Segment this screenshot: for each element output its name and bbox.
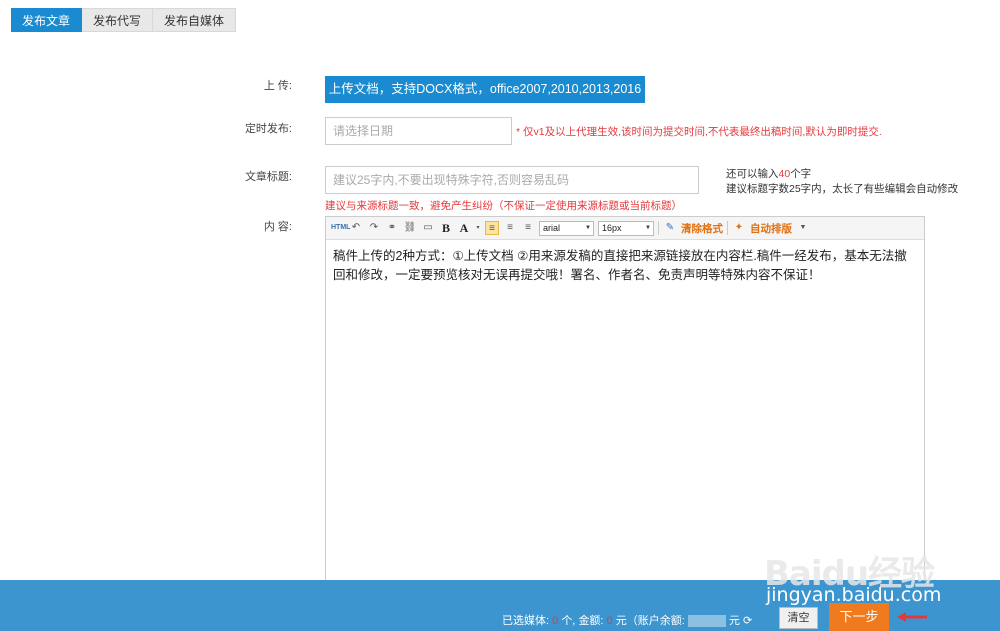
- amount-value: 0: [606, 615, 613, 627]
- tab-bar: 发布文章 发布代写 发布自媒体: [11, 8, 237, 32]
- upload-document-button[interactable]: 上传文档，支持DOCX格式，office2007,2010,2013,2016: [325, 76, 645, 103]
- redo-icon[interactable]: ↷: [367, 221, 381, 235]
- font-family-select[interactable]: arial: [539, 220, 594, 236]
- toolbar-separator: [727, 221, 728, 235]
- tab-publish-self-media[interactable]: 发布自媒体: [153, 8, 237, 32]
- baidu-watermark: Baidu经验 jingyan.baidu.com: [764, 546, 944, 606]
- footer-summary: 已选媒体: 0 个, 金额: 0 元（账户余额: 元 ⟳: [502, 612, 752, 628]
- unlink-icon[interactable]: ⛓: [403, 221, 417, 235]
- auto-layout-button[interactable]: 自动排版: [750, 221, 792, 236]
- selected-media-label: 已选媒体:: [502, 615, 550, 627]
- title-remaining: 还可以输入40个字: [726, 167, 811, 182]
- watermark-url: jingyan.baidu.com: [766, 584, 942, 606]
- image-icon[interactable]: ▭: [421, 221, 435, 235]
- title-warning: 建议与来源标题一致，避免产生纠纷（不保证一定使用来源标题或当前标题）: [325, 200, 682, 212]
- bold-icon[interactable]: B: [439, 221, 453, 235]
- selected-count-unit: 个,: [561, 615, 576, 627]
- article-title-input[interactable]: [325, 166, 699, 194]
- selected-media-count: 0: [552, 615, 559, 627]
- magic-wand-icon: ✦: [734, 222, 744, 233]
- schedule-date-input[interactable]: [325, 117, 512, 145]
- undo-icon[interactable]: ↶: [349, 221, 363, 235]
- clear-button[interactable]: 清空: [779, 607, 818, 629]
- font-color-dropdown-icon[interactable]: ▾: [475, 221, 481, 235]
- auto-layout-dropdown-icon[interactable]: ▼: [796, 221, 810, 235]
- title-label: 文章标题:: [244, 171, 292, 183]
- schedule-label: 定时发布:: [244, 123, 292, 135]
- clear-format-button[interactable]: 清除格式: [681, 221, 723, 236]
- align-right-icon[interactable]: ≡: [521, 221, 535, 235]
- font-size-select[interactable]: 16px: [598, 220, 654, 236]
- tab-publish-article[interactable]: 发布文章: [11, 8, 83, 32]
- amount-label: 金额:: [578, 615, 604, 627]
- title-remaining-count: 40: [778, 168, 791, 180]
- tab-publish-ghostwrite[interactable]: 发布代写: [82, 8, 154, 32]
- content-label: 内 容:: [263, 221, 292, 233]
- toolbar-separator: [658, 221, 659, 235]
- rich-text-editor: HTML ↶ ↷ ⚭ ⛓ ▭ B A ▾ ≡ ≡ ≡ arial 16px ✎ …: [325, 216, 925, 586]
- link-icon[interactable]: ⚭: [385, 221, 399, 235]
- editor-toolbar: HTML ↶ ↷ ⚭ ⛓ ▭ B A ▾ ≡ ≡ ≡ arial 16px ✎ …: [326, 217, 924, 240]
- arrow-left-icon: [897, 612, 927, 622]
- html-source-icon[interactable]: HTML: [331, 221, 350, 235]
- title-advice: 建议标题字数25字内，太长了有些编辑会自动修改: [726, 183, 959, 195]
- title-remaining-suffix: 个字: [790, 168, 812, 180]
- title-remaining-prefix: 还可以输入: [726, 168, 779, 180]
- align-left-icon[interactable]: ≡: [485, 221, 499, 235]
- editor-content[interactable]: 稿件上传的2种方式：①上传文档 ②用来源发稿的直接把来源链接放在内容栏.稿件一经…: [326, 240, 924, 292]
- balance-unit: 元: [728, 615, 740, 627]
- upload-label: 上 传:: [263, 80, 292, 92]
- refresh-icon[interactable]: ⟳: [743, 615, 752, 627]
- next-step-button[interactable]: 下一步: [829, 603, 889, 631]
- schedule-note: * 仅v1及以上代理生效,该时间为提交时间,不代表最终出稿时间,默认为即时提交.: [516, 126, 882, 138]
- eraser-icon: ✎: [665, 222, 675, 233]
- align-center-icon[interactable]: ≡: [503, 221, 517, 235]
- balance-redacted: [687, 615, 726, 628]
- balance-label: 元（账户余额:: [615, 615, 685, 627]
- font-color-icon[interactable]: A: [457, 221, 471, 235]
